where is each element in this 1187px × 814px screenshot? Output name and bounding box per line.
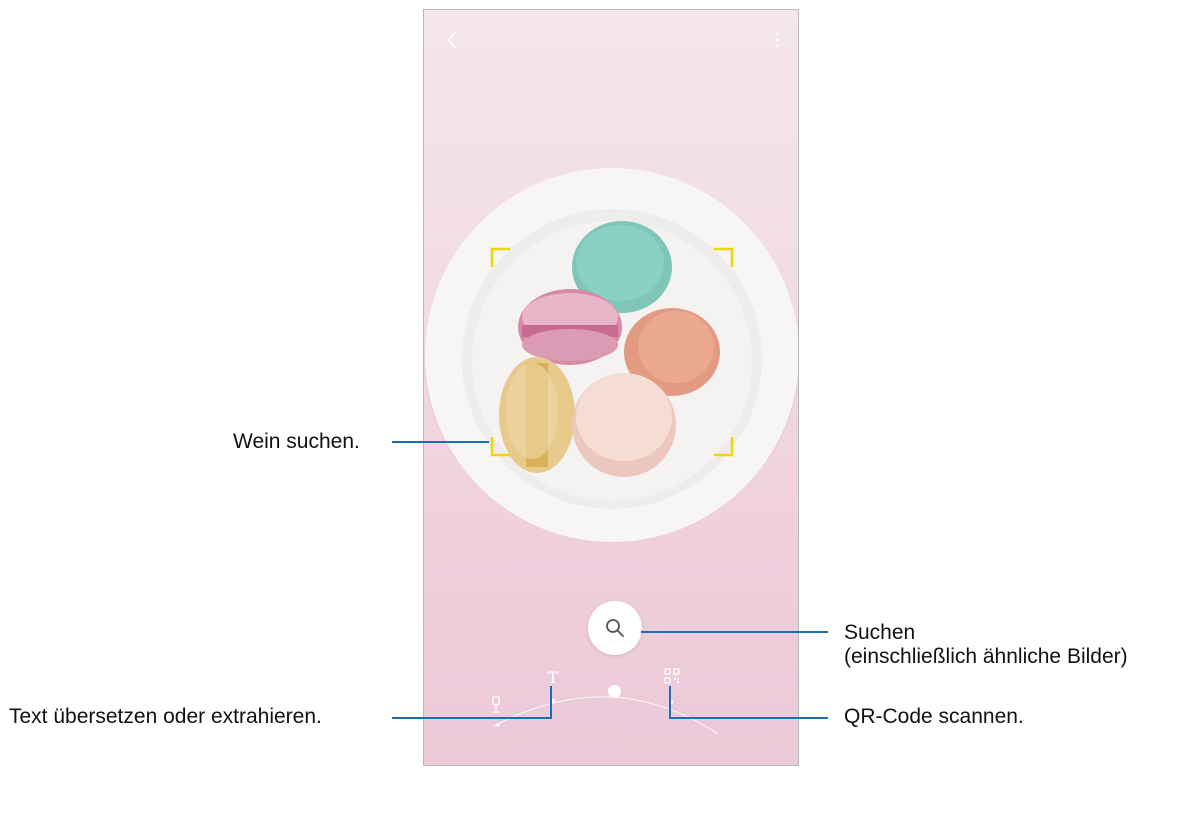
dial-selected-dot[interactable] bbox=[608, 685, 621, 698]
macaron-pink bbox=[518, 289, 622, 365]
callout-search-title: Suchen bbox=[844, 621, 916, 644]
more-vertical-icon[interactable] bbox=[772, 30, 782, 50]
macaron-plate-image bbox=[424, 168, 798, 542]
callout-qr-scan: QR-Code scannen. bbox=[844, 705, 1024, 728]
camera-screen: T bbox=[423, 9, 799, 766]
macaron-cream bbox=[572, 373, 676, 477]
callout-search-subtitle: (einschließlich ähnliche Bilder) bbox=[844, 645, 1128, 668]
callout-wine-search: Wein suchen. bbox=[233, 430, 360, 453]
dial-dot-wine bbox=[496, 723, 500, 727]
dial-dot-text bbox=[550, 698, 556, 704]
macaron-yellow bbox=[499, 357, 575, 473]
search-mode-button[interactable] bbox=[588, 601, 642, 655]
chevron-left-icon[interactable] bbox=[442, 30, 462, 50]
callout-text-translate: Text übersetzen oder extrahieren. bbox=[9, 705, 322, 728]
search-icon bbox=[606, 619, 624, 637]
dial-dot-qr bbox=[668, 699, 674, 705]
